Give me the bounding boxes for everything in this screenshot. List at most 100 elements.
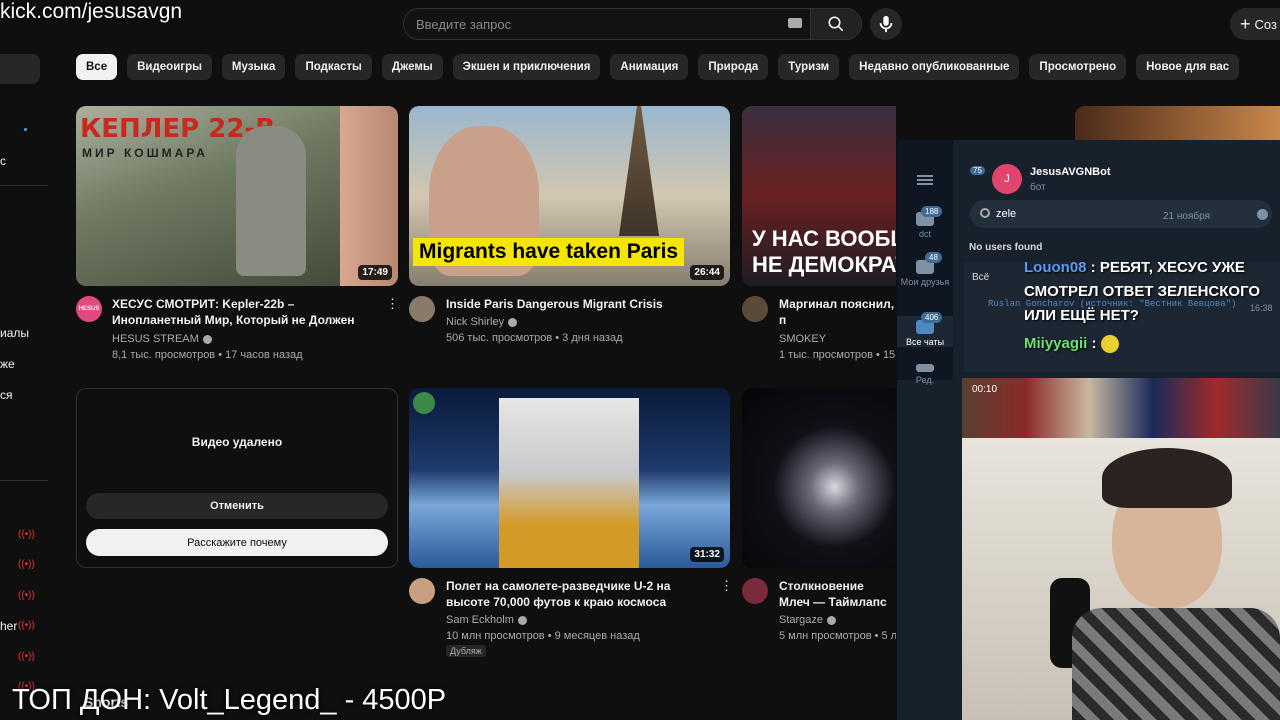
live-icon: ((•)) xyxy=(18,651,35,662)
channel-avatar[interactable]: HESUS xyxy=(76,296,102,322)
chat-username: Louon08 xyxy=(1024,259,1087,276)
chip-watched[interactable]: Просмотрено xyxy=(1029,54,1127,80)
embedded-video-time: 00:10 xyxy=(972,384,998,395)
pilot-figure xyxy=(499,398,639,568)
video-thumbnail[interactable]: КЕПЛЕР 22-В МИР КОШМАРА 17:49 xyxy=(76,106,398,286)
astronaut-figure xyxy=(236,126,306,276)
telegram-folder-sidebar: dct 188 Мои друзья 48 Все чаты 406 Ред. xyxy=(897,140,953,385)
deleted-video-card: Видео удалено Отменить Расскажите почему xyxy=(76,388,398,568)
chip-podcasts[interactable]: Подкасты xyxy=(295,54,372,80)
unread-badge: 188 xyxy=(921,206,943,217)
tell-us-why-button[interactable]: Расскажите почему xyxy=(86,529,388,556)
video-meta: 1 тыс. просмотров • 15 xyxy=(779,349,896,361)
emote-icon xyxy=(1100,335,1119,354)
channel-avatar[interactable] xyxy=(409,296,435,322)
sidebar-item-fragment[interactable]: her xyxy=(0,619,17,633)
video-title[interactable]: Маргинал пояснил, п коммунистической д xyxy=(779,296,897,328)
unread-badge: 48 xyxy=(925,252,942,263)
chip-recently-uploaded[interactable]: Недавно опубликованные xyxy=(849,54,1020,80)
video-duration: 17:49 xyxy=(358,265,392,280)
thumbnail-caption: Migrants have taken Paris xyxy=(413,238,685,266)
sidebar-item-fragment[interactable]: с xyxy=(0,154,6,168)
sidebar-item-fragment[interactable]: ся xyxy=(0,388,13,402)
video-title[interactable]: Столкновение Млеч — Таймлапс xyxy=(779,578,897,610)
live-icon: ((•)) xyxy=(18,559,35,570)
chat-text: : xyxy=(1091,335,1097,352)
folder-label: Все чаты xyxy=(905,337,945,347)
folder-my-friends[interactable]: Мои друзья xyxy=(897,260,953,287)
more-options-icon[interactable]: ⋮ xyxy=(720,578,733,594)
plus-icon: + xyxy=(1240,13,1251,34)
thumbnail-title-text: У НАС ВООБЩНЕ ДЕМОКРАТ xyxy=(752,226,896,278)
sidebar-item-fragment[interactable]: иалы xyxy=(0,326,29,340)
telegram-search-bar[interactable] xyxy=(970,200,1272,228)
chat-username: Miiyyagii xyxy=(1024,335,1088,352)
chip-videogames[interactable]: Видеоигры xyxy=(127,54,212,80)
video-thumbnail[interactable]: 31:32 xyxy=(409,388,730,568)
channel-name[interactable]: HESUS STREAM xyxy=(112,333,212,345)
results-filter-all[interactable]: Всё xyxy=(972,272,989,283)
unread-badge: 406 xyxy=(921,312,943,323)
thumbnail-line-2: НЕ ДЕМОКРАТ xyxy=(752,252,896,277)
filter-chips: Все Видеоигры Музыка Подкасты Джемы Экше… xyxy=(76,54,1240,80)
create-button[interactable]: + Соз xyxy=(1230,8,1280,40)
chip-music[interactable]: Музыка xyxy=(221,54,286,80)
folder-edit[interactable]: Ред. xyxy=(897,364,953,385)
video-thumbnail[interactable] xyxy=(1075,106,1280,142)
search-button[interactable] xyxy=(810,8,862,40)
notification-dot xyxy=(24,128,27,131)
chip-new-for-you[interactable]: Новое для вас xyxy=(1136,54,1240,80)
donation-ticker: ТОП ДОН: Volt_Legend_ - 4500Р xyxy=(12,684,447,716)
chip-action-adventure[interactable]: Экшен и приключения xyxy=(452,54,601,80)
sidebar-item-fragment[interactable]: же xyxy=(0,357,15,371)
bot-avatar[interactable]: J xyxy=(992,164,1022,194)
verified-icon xyxy=(202,334,212,344)
thumbnail-subtitle-text: МИР КОШМАРА xyxy=(82,146,208,160)
chat-message: Louon08 : РЕБЯТ, ХЕСУС УЖЕ СМОТРЕЛ ОТВЕТ… xyxy=(1024,256,1274,328)
create-label: Соз xyxy=(1254,16,1277,32)
video-duration: 26:44 xyxy=(690,265,724,280)
search-input[interactable] xyxy=(416,16,776,32)
chip-jams[interactable]: Джемы xyxy=(381,54,443,80)
video-title[interactable]: ХЕСУС СМОТРИТ: Kepler-22b – Инопланетный… xyxy=(112,296,382,328)
keyboard-icon[interactable] xyxy=(788,18,802,28)
stream-url-overlay: kick.com/jesusavgn xyxy=(0,0,183,23)
chip-tourism[interactable]: Туризм xyxy=(778,54,840,80)
channel-name[interactable]: Stargaze xyxy=(779,614,837,626)
voice-search-button[interactable] xyxy=(870,8,902,40)
video-thumbnail[interactable]: У НАС ВООБЩНЕ ДЕМОКРАТ xyxy=(742,106,896,286)
back-unread-badge[interactable]: 75 xyxy=(970,166,985,175)
menu-icon[interactable] xyxy=(917,175,933,185)
channel-name[interactable]: Sam Eckholm xyxy=(446,614,527,626)
video-meta: 10 млн просмотров • 9 месяцев назад xyxy=(446,630,640,642)
video-thumbnail[interactable] xyxy=(742,388,896,568)
channel-name[interactable]: Nick Shirley xyxy=(446,316,518,328)
sliders-icon xyxy=(916,364,934,372)
search-date: 21 ноября xyxy=(1163,211,1210,222)
deleted-video-text: Видео удалено xyxy=(191,435,283,449)
streamer-shirt xyxy=(1072,608,1280,720)
chip-animation[interactable]: Анимация xyxy=(610,54,689,80)
channel-name-text: HESUS STREAM xyxy=(112,333,199,345)
channel-name[interactable]: SMOKEY xyxy=(779,333,826,345)
undo-button[interactable]: Отменить xyxy=(86,493,388,519)
channel-avatar[interactable] xyxy=(409,578,435,604)
eiffel-tower xyxy=(619,106,659,236)
channel-name-text: Sam Eckholm xyxy=(446,614,514,626)
video-title[interactable]: Полет на самолете-разведчике U-2 на высо… xyxy=(446,578,716,610)
embedded-video-strip xyxy=(962,378,1280,438)
verified-icon xyxy=(517,615,527,625)
sidebar-item-home[interactable] xyxy=(0,54,40,84)
video-title[interactable]: Inside Paris Dangerous Migrant Crisis xyxy=(446,296,716,312)
chip-nature[interactable]: Природа xyxy=(698,54,769,80)
channel-avatar[interactable] xyxy=(742,296,768,322)
chip-all[interactable]: Все xyxy=(76,54,118,80)
bot-name[interactable]: JesusAVGNBot xyxy=(1030,166,1110,178)
dubbing-badge: Дубляж xyxy=(446,645,486,657)
more-options-icon[interactable]: ⋮ xyxy=(386,296,399,312)
clear-search-icon[interactable] xyxy=(1257,209,1268,220)
search-bar[interactable] xyxy=(403,8,811,40)
channel-avatar[interactable] xyxy=(742,578,768,604)
video-thumbnail[interactable]: Migrants have taken Paris 26:44 xyxy=(409,106,730,286)
folder-label: Ред. xyxy=(915,375,935,385)
